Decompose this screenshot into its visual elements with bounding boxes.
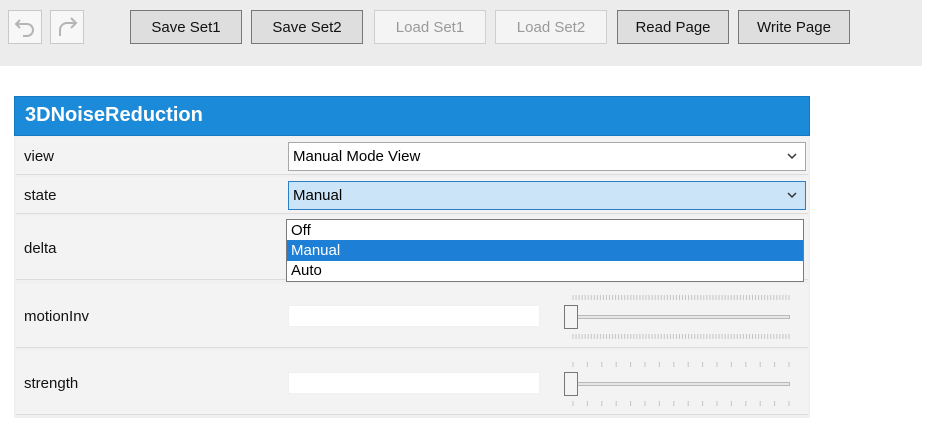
state-option-off[interactable]: Off [287,220,803,241]
strength-slider[interactable] [564,360,792,406]
slider-thumb[interactable] [564,305,578,329]
noise-reduction-panel: 3DNoiseReduction view Manual Mode View s… [14,96,810,418]
redo-icon [59,17,78,36]
undo-button[interactable] [8,10,42,44]
slider-track [572,382,790,386]
save-set1-button[interactable]: Save Set1 [130,10,242,44]
row-view: view Manual Mode View [16,138,808,175]
row-motioninv: motionInv [16,284,808,348]
write-page-button[interactable]: Write Page [738,10,850,44]
state-option-manual[interactable]: Manual [287,240,803,261]
motioninv-label: motionInv [24,308,90,325]
strength-label: strength [24,375,79,392]
state-option-auto[interactable]: Auto [287,260,803,281]
view-select-value: Manual Mode View [293,148,421,165]
view-label: view [24,148,55,165]
slider-ticks [572,334,790,339]
chevron-down-icon [787,192,797,199]
undo-icon [14,19,34,37]
row-state: state Manual [16,177,808,214]
motioninv-slider[interactable] [564,293,792,339]
delta-label: delta [24,240,57,257]
read-page-button[interactable]: Read Page [617,10,729,44]
panel-title: 3DNoiseReduction [25,104,203,126]
state-select-value: Manual [293,187,343,204]
slider-thumb[interactable] [564,372,578,396]
load-set1-button[interactable]: Load Set1 [374,10,486,44]
load-set2-button[interactable]: Load Set2 [495,10,607,44]
row-strength: strength [16,351,808,415]
panel-header: 3DNoiseReduction [14,96,810,136]
save-set2-button[interactable]: Save Set2 [251,10,363,44]
state-dropdown-list: Off Manual Auto [286,219,804,282]
state-label: state [24,187,57,204]
slider-ticks [572,401,790,406]
state-select[interactable]: Manual [288,181,806,210]
slider-ticks [572,362,790,367]
strength-input[interactable] [288,372,540,394]
chevron-down-icon [787,153,797,160]
motioninv-input[interactable] [288,305,540,327]
slider-track [572,315,790,319]
toolbar: Save Set1 Save Set2 Load Set1 Load Set2 … [0,0,922,66]
redo-button[interactable] [50,10,84,44]
slider-ticks [572,295,790,300]
view-select[interactable]: Manual Mode View [288,142,806,171]
